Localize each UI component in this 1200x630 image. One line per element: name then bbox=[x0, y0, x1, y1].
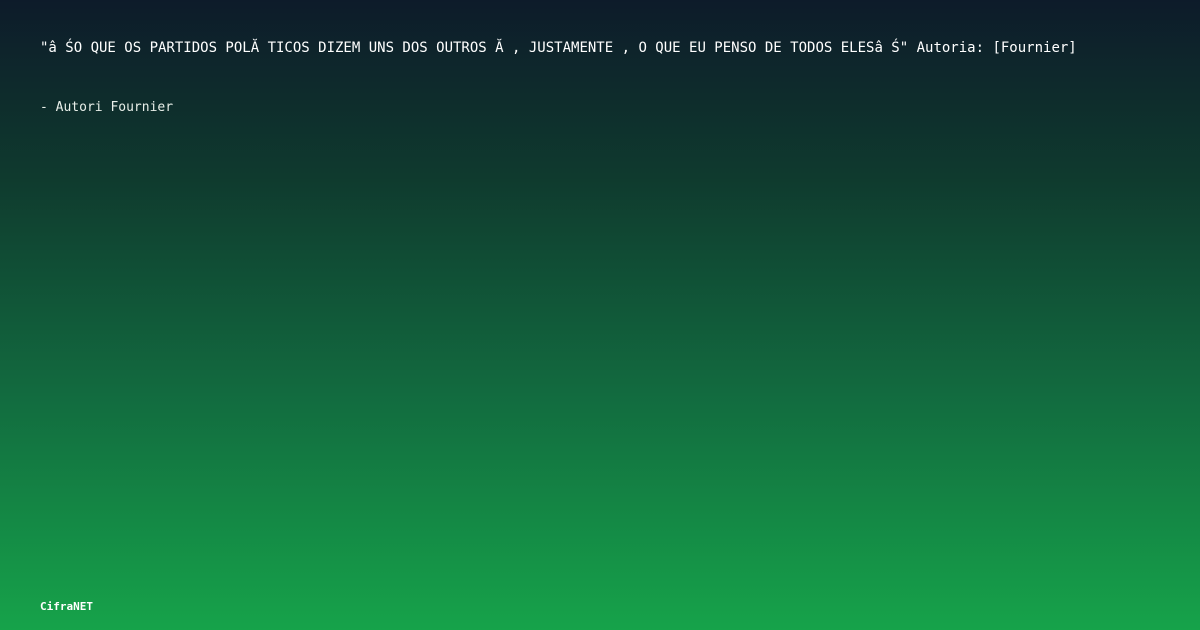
quote-author: - Autori Fournier bbox=[40, 100, 174, 115]
quote-text: "â ŚO QUE OS PARTIDOS POLĂ TICOS DIZEM U… bbox=[40, 40, 1077, 56]
quote-card: "â ŚO QUE OS PARTIDOS POLĂ TICOS DIZEM U… bbox=[0, 0, 1200, 630]
brand-name: CifraNET bbox=[40, 600, 93, 613]
